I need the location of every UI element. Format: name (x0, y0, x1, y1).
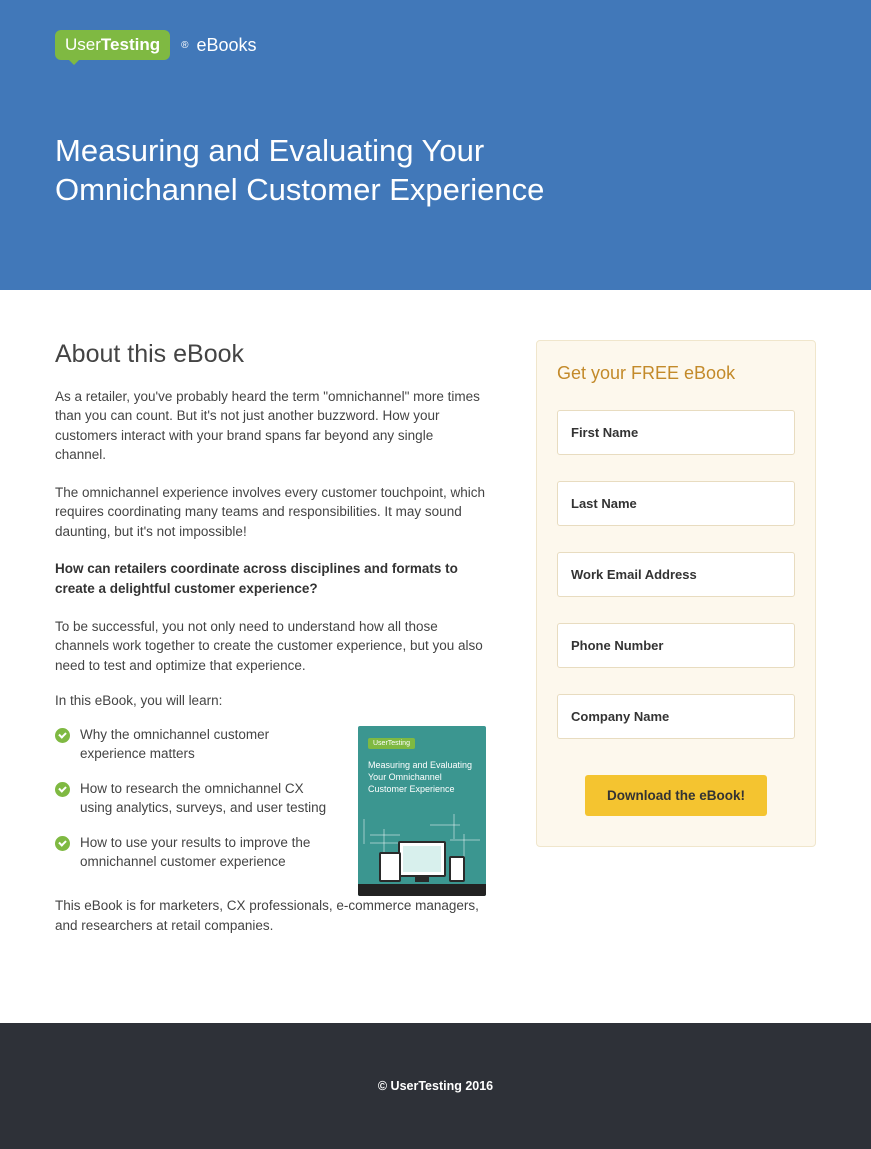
learn-list: Why the omnichannel customer experience … (55, 726, 338, 887)
learn-text-1: Why the omnichannel customer experience … (80, 726, 338, 764)
thumb-logo: UserTesting (368, 738, 415, 749)
about-para-4: To be successful, you not only need to u… (55, 617, 486, 676)
check-icon (55, 782, 70, 797)
form-heading: Get your FREE eBook (557, 363, 795, 384)
copyright-text: © UserTesting 2016 (378, 1079, 493, 1093)
learn-text-3: How to use your results to improve the o… (80, 834, 338, 872)
learn-intro: In this eBook, you will learn: (55, 693, 486, 708)
thumb-title: Measuring and Evaluating Your Omnichanne… (368, 760, 476, 795)
thumb-footer-bar (358, 884, 486, 896)
logo-testing-text: Testing (101, 35, 160, 54)
check-icon (55, 728, 70, 743)
about-heading: About this eBook (55, 340, 486, 369)
hero-section: UserTesting ® eBooks Measuring and Evalua… (0, 0, 871, 290)
form-panel: Get your FREE eBook Download the eBook! (536, 340, 816, 847)
first-name-field[interactable] (557, 410, 795, 455)
about-column: About this eBook As a retailer, you've p… (55, 340, 486, 954)
learn-row: Why the omnichannel customer experience … (55, 726, 486, 896)
logo-user-text: User (65, 35, 101, 54)
about-para-1: As a retailer, you've probably heard the… (55, 387, 486, 465)
monitor-icon (398, 841, 446, 877)
ebook-thumbnail: UserTesting Measuring and Evaluating You… (358, 726, 486, 896)
phone-field[interactable] (557, 623, 795, 668)
phone-icon (449, 856, 465, 882)
page-title: Measuring and Evaluating Your Omnichanne… (55, 132, 575, 210)
thumb-art (358, 814, 486, 884)
content-section: About this eBook As a retailer, you've p… (0, 290, 871, 1024)
company-field[interactable] (557, 694, 795, 739)
last-name-field[interactable] (557, 481, 795, 526)
email-field[interactable] (557, 552, 795, 597)
check-icon (55, 836, 70, 851)
about-para-3: How can retailers coordinate across disc… (55, 559, 486, 598)
learn-text-2: How to research the omnichannel CX using… (80, 780, 338, 818)
about-para-2: The omnichannel experience involves ever… (55, 483, 486, 542)
list-item: How to research the omnichannel CX using… (55, 780, 338, 818)
list-item: Why the omnichannel customer experience … (55, 726, 338, 764)
logo-row: UserTesting ® eBooks (55, 30, 816, 60)
footer: © UserTesting 2016 (0, 1023, 871, 1149)
logo-subtitle: eBooks (196, 35, 256, 56)
tablet-icon (379, 852, 401, 882)
logo-badge: UserTesting (55, 30, 170, 60)
audience-para: This eBook is for marketers, CX professi… (55, 896, 486, 935)
download-button[interactable]: Download the eBook! (585, 775, 767, 816)
trademark-icon: ® (181, 40, 188, 51)
list-item: How to use your results to improve the o… (55, 834, 338, 872)
